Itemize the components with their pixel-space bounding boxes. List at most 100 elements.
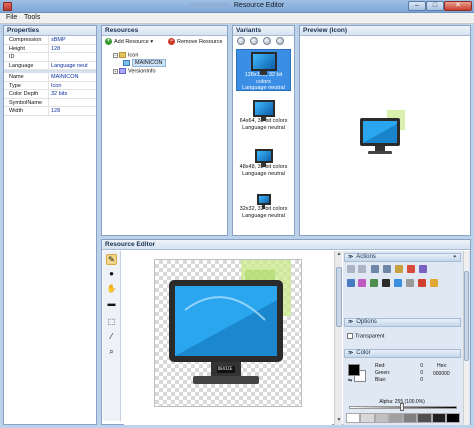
crop-icon[interactable] [407, 265, 415, 273]
property-row[interactable]: SymbolName [4, 98, 96, 107]
icon-resource-icon [123, 60, 130, 66]
palette-swatch[interactable] [445, 413, 460, 423]
invert-icon[interactable] [382, 279, 390, 287]
ellipse-icon[interactable]: ● [106, 269, 117, 280]
undo-icon[interactable] [347, 265, 355, 273]
green-value[interactable]: 0 [409, 370, 423, 376]
colorize-icon[interactable] [358, 279, 366, 287]
property-row[interactable]: ID [4, 53, 96, 62]
import-variant-icon[interactable] [263, 37, 271, 45]
property-value[interactable]: MAINICON [49, 73, 96, 81]
select-rect-icon[interactable]: ⬚ [106, 317, 117, 328]
add-resource-button[interactable]: + Add Resource ▾ [105, 38, 153, 46]
effects-icon[interactable] [419, 265, 427, 273]
actions-header[interactable]: ≫ Actions ✦ [344, 253, 461, 262]
property-value[interactable] [49, 99, 96, 107]
eraser-icon[interactable]: ▬ [106, 299, 117, 310]
resize-icon[interactable] [383, 265, 391, 273]
collapse-toggle[interactable]: − [113, 52, 118, 58]
variant-item[interactable]: 128x128, 32 bit colors Language neutral [236, 49, 291, 91]
property-row[interactable]: Color Depth 32 bits [4, 90, 96, 99]
foreground-color-swatch[interactable] [348, 364, 360, 376]
scrollbar-thumb[interactable] [336, 267, 342, 327]
property-row[interactable]: Height 128 [4, 44, 96, 53]
transparent-checkbox[interactable] [347, 333, 353, 339]
editor-vertical-scrollbar[interactable]: ▲ ▼ [334, 251, 342, 425]
palette-swatch[interactable] [388, 413, 403, 423]
collapse-chevron-icon[interactable]: ≫ [348, 254, 353, 260]
swap-colors-icon[interactable]: ⇆ [348, 378, 352, 384]
rotate-icon[interactable] [370, 279, 378, 287]
brightness-icon[interactable] [394, 279, 402, 287]
scrollbar-thumb[interactable] [464, 271, 469, 361]
property-value[interactable]: 128 [49, 45, 96, 53]
property-row[interactable]: Type Icon [4, 81, 96, 90]
properties-grid: Compression sBMP Height 128 ID Language Lan… [4, 36, 96, 116]
options-header[interactable]: ≫ Options [344, 318, 461, 327]
redo-icon[interactable] [358, 265, 366, 273]
property-key: Color Depth [4, 90, 49, 98]
palette-swatch[interactable] [431, 413, 446, 423]
pin-icon[interactable]: ✦ [453, 254, 457, 261]
property-value[interactable]: 32 bits [49, 90, 96, 98]
tree-node-versioninfo[interactable]: + VersionInfo [113, 68, 156, 75]
property-row[interactable]: Compression sBMP [4, 36, 96, 45]
close-button[interactable]: ✕ [444, 1, 472, 11]
editor-canvas-area: DEVICE [124, 251, 332, 425]
add-variant-icon[interactable] [237, 37, 245, 45]
shadow-icon[interactable] [347, 279, 355, 287]
property-row[interactable]: Name MAINICON [4, 73, 96, 82]
layers-icon[interactable] [430, 279, 438, 287]
red-value[interactable]: 0 [409, 363, 423, 369]
collapse-chevron-icon[interactable]: ≫ [348, 319, 353, 325]
expand-toggle[interactable]: + [113, 68, 118, 74]
alpha-slider-thumb[interactable] [400, 403, 404, 411]
variant-item[interactable]: 64x64, 32 bit colors Language neutral [236, 98, 291, 138]
pencil-icon[interactable]: ✎ [106, 254, 117, 265]
palette-swatch[interactable] [346, 413, 361, 423]
property-row[interactable]: Language Language neut [4, 61, 96, 70]
resources-panel: Resources + Add Resource ▾ − Remove Resour… [101, 25, 228, 236]
transparent-option[interactable]: Transparent [347, 333, 384, 340]
palette-swatch[interactable] [403, 413, 418, 423]
remove-resource-button[interactable]: − Remove Resource [168, 38, 223, 46]
minimize-button[interactable]: – [408, 1, 426, 11]
palette-swatch[interactable] [374, 413, 389, 423]
scroll-down-arrow[interactable]: ▼ [335, 417, 343, 425]
remove-variant-icon[interactable] [250, 37, 258, 45]
property-value[interactable] [49, 53, 96, 61]
scroll-up-arrow[interactable]: ▲ [335, 251, 343, 259]
variant-item[interactable]: 48x48, 32 bit colors Language neutral [236, 147, 291, 185]
export-variant-icon[interactable] [276, 37, 284, 45]
menu-file[interactable]: File [6, 14, 17, 21]
menu-tools[interactable]: Tools [24, 14, 40, 21]
variants-header: Variants [233, 26, 294, 36]
monitor-thumbnail-icon [252, 100, 275, 121]
palette-swatch[interactable] [417, 413, 432, 423]
grayscale-icon[interactable] [406, 279, 414, 287]
palette-swatch[interactable] [360, 413, 375, 423]
hex-value[interactable]: 000000 [433, 371, 450, 377]
property-row[interactable]: Width 128 [4, 107, 96, 116]
stop-icon[interactable] [418, 279, 426, 287]
side-panel-scrollbar[interactable] [463, 251, 469, 425]
flip-icon[interactable] [395, 265, 403, 273]
blue-value[interactable]: 0 [409, 377, 423, 383]
property-value[interactable]: Icon [49, 82, 96, 90]
property-value[interactable]: sBMP [49, 36, 96, 44]
variant-language-label: Language neutral [242, 124, 285, 131]
zoom-icon[interactable]: ⌕ [106, 347, 117, 358]
pixel-canvas[interactable]: DEVICE [154, 259, 302, 407]
maximize-button[interactable]: □ [426, 1, 444, 11]
collapse-chevron-icon[interactable]: ≫ [348, 350, 353, 356]
property-value[interactable]: Language neut [49, 62, 96, 70]
variant-item[interactable]: 32x32, 32 bit colors Language neutral [236, 192, 291, 228]
grid-icon[interactable] [371, 265, 379, 273]
property-value[interactable]: 128 [49, 107, 96, 115]
eyedropper-icon[interactable]: ⁄ [106, 332, 117, 343]
hand-icon[interactable]: ✋ [106, 284, 117, 295]
tree-node-icon[interactable]: − Icon [113, 52, 138, 59]
actions-title: Actions [356, 254, 376, 260]
color-header[interactable]: ≫ Color [344, 349, 461, 358]
tree-node-mainicon[interactable]: MAINICON [123, 59, 166, 68]
